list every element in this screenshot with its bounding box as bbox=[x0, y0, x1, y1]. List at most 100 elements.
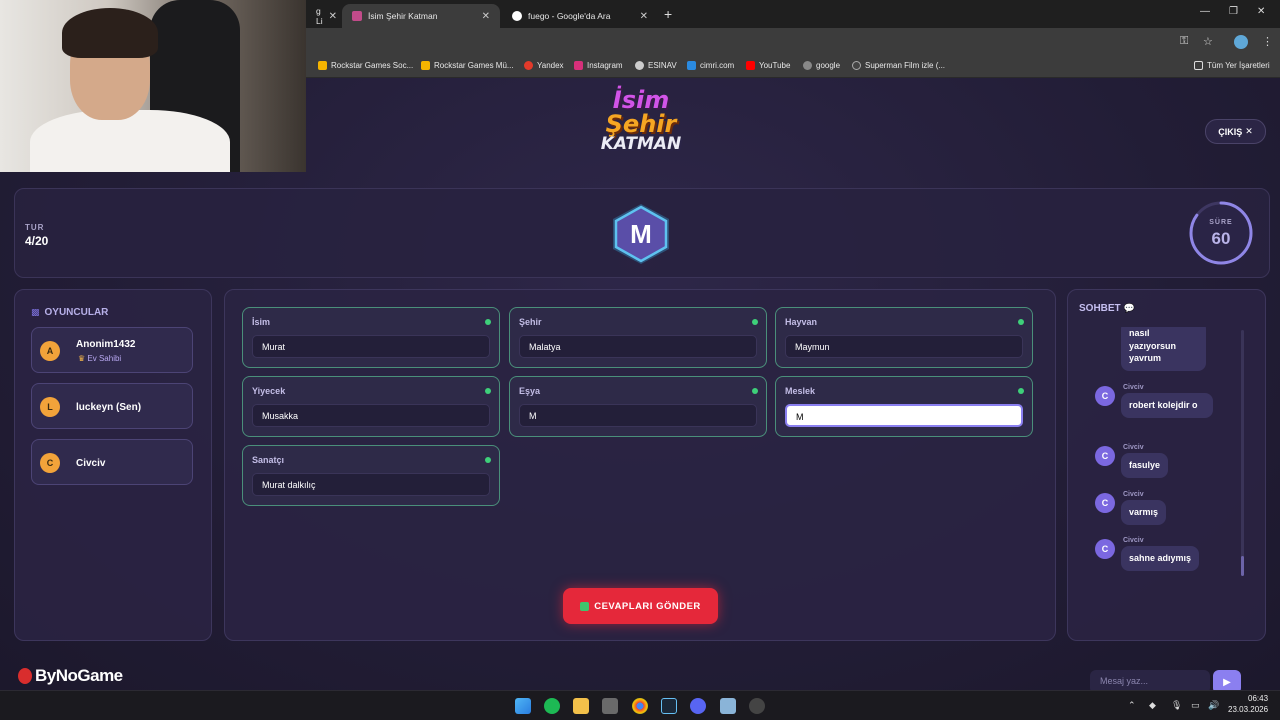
bookmark-item[interactable]: Rockstar Games Soc... bbox=[318, 61, 413, 70]
menu-icon[interactable]: ⋮ bbox=[1262, 35, 1273, 48]
yiyecek-input[interactable]: Musakka bbox=[252, 404, 490, 427]
chat-message: sahne adıymış bbox=[1121, 546, 1200, 571]
discord-icon[interactable] bbox=[690, 698, 706, 714]
store-icon[interactable] bbox=[602, 698, 618, 714]
field-label: Eşya bbox=[519, 386, 541, 396]
bookmark-item[interactable]: YouTube bbox=[746, 61, 790, 70]
send-icon: ▶ bbox=[1223, 676, 1231, 688]
tab-game[interactable]: İsim Şehir Katman ✕ bbox=[342, 4, 500, 28]
current-letter: M bbox=[630, 219, 652, 249]
google-favicon-icon bbox=[512, 11, 522, 21]
bookmark-item[interactable]: google bbox=[803, 61, 840, 70]
field-label: İsim bbox=[252, 317, 271, 327]
webcam-shirt bbox=[30, 110, 230, 172]
bookmark-item[interactable]: Yandex bbox=[524, 61, 564, 70]
chat-scrollbar-thumb[interactable] bbox=[1241, 556, 1244, 576]
profile-avatar[interactable] bbox=[1234, 35, 1248, 49]
restore-icon[interactable]: ❐ bbox=[1229, 6, 1238, 17]
avatar: C bbox=[1095, 446, 1115, 466]
steam-icon[interactable] bbox=[661, 698, 677, 714]
status-dot bbox=[752, 388, 758, 394]
instagram-icon bbox=[574, 61, 583, 70]
player-card[interactable]: A Anonim1432 ♛ Ev Sahibi bbox=[31, 327, 193, 373]
file-explorer-icon[interactable] bbox=[573, 698, 589, 714]
chat-panel: SOHBET 💬 nasıl yazıyorsun yavrum Civciv … bbox=[1067, 289, 1266, 694]
yandex-icon bbox=[524, 61, 533, 70]
current-letter-badge: M bbox=[613, 204, 669, 264]
status-dot bbox=[1018, 319, 1024, 325]
steam-tray-icon[interactable]: ◆ bbox=[1149, 700, 1156, 711]
all-bookmarks-folder[interactable]: Tüm Yer İşaretleri bbox=[1194, 61, 1270, 70]
esya-input[interactable]: M bbox=[519, 404, 757, 427]
status-dot bbox=[485, 319, 491, 325]
chat-message: robert kolejdir o bbox=[1121, 393, 1213, 418]
chat-message-list: nasıl yazıyorsun yavrum Civciv C robert … bbox=[1079, 327, 1247, 582]
taskbar: ⌃ ◆ 🎙 ▭ 🔊 06:43 23.03.2026 bbox=[0, 690, 1280, 720]
sehir-input[interactable]: Malatya bbox=[519, 335, 757, 358]
sanatci-input[interactable]: Murat dalkılıç bbox=[252, 473, 490, 496]
webcam-overlay bbox=[0, 0, 306, 172]
close-icon[interactable]: ✕ bbox=[329, 11, 337, 22]
player-card[interactable]: L luckeyn (Sen) bbox=[31, 383, 193, 429]
globe-icon bbox=[635, 61, 644, 70]
round-label: TUR bbox=[25, 223, 45, 232]
bynogame-watermark: ByNoGame bbox=[18, 666, 123, 686]
status-dot bbox=[1018, 388, 1024, 394]
avatar: C bbox=[40, 453, 60, 473]
cimri-icon bbox=[687, 61, 696, 70]
youtube-icon bbox=[746, 61, 755, 70]
system-clock[interactable]: 06:43 23.03.2026 bbox=[1228, 694, 1268, 716]
volume-icon[interactable]: 🔊 bbox=[1208, 700, 1219, 711]
game-logo: İsim Şehir KATMAN bbox=[596, 88, 686, 168]
player-card[interactable]: C Civciv bbox=[31, 439, 193, 485]
avatar: A bbox=[40, 341, 60, 361]
tab-previous[interactable]: g Li ✕ bbox=[306, 4, 338, 28]
submit-answers-button[interactable]: CEVAPLARI GÖNDER bbox=[563, 588, 718, 624]
star-icon[interactable]: ☆ bbox=[1203, 35, 1213, 48]
tab-google-search[interactable]: fuego - Google'da Ara ✕ bbox=[502, 4, 658, 28]
isim-input[interactable]: Murat bbox=[252, 335, 490, 358]
windows-start-icon[interactable] bbox=[515, 698, 531, 714]
player-name: Civciv bbox=[76, 458, 106, 469]
new-tab-icon[interactable]: + bbox=[664, 6, 672, 22]
key-icon[interactable]: ⚿ bbox=[1180, 35, 1188, 48]
bookmark-item[interactable]: Instagram bbox=[574, 61, 623, 70]
minimize-icon[interactable]: — bbox=[1200, 6, 1210, 17]
tab-label: g Li bbox=[316, 6, 323, 26]
logo-line3: KATMAN bbox=[600, 134, 682, 154]
app-icon[interactable] bbox=[720, 698, 736, 714]
spotify-icon[interactable] bbox=[544, 698, 560, 714]
message-author: Civciv bbox=[1123, 537, 1144, 544]
avatar: C bbox=[1095, 539, 1115, 559]
app-icon[interactable] bbox=[749, 698, 765, 714]
bookmark-item[interactable]: cimri.com bbox=[687, 61, 734, 70]
hayvan-input[interactable]: Maymun bbox=[785, 335, 1023, 358]
round-bar: TUR 4/20 M SÜRE 60 bbox=[14, 188, 1270, 278]
clock-time: 06:43 bbox=[1248, 694, 1269, 703]
close-icon[interactable]: ✕ bbox=[482, 11, 490, 22]
tray-chevron-icon[interactable]: ⌃ bbox=[1128, 700, 1136, 711]
avatar: C bbox=[1095, 386, 1115, 406]
chat-scrollbar[interactable] bbox=[1241, 330, 1244, 575]
round-value: 4/20 bbox=[25, 234, 49, 248]
meslek-input[interactable]: M bbox=[785, 404, 1023, 427]
checkbox-icon bbox=[580, 601, 590, 611]
chat-message: fasulye bbox=[1121, 453, 1169, 478]
rockstar-icon bbox=[421, 61, 430, 70]
bookmark-item[interactable]: Superman Film izle (... bbox=[852, 61, 945, 70]
chrome-icon[interactable] bbox=[632, 698, 648, 714]
crown-icon: ♛ bbox=[78, 354, 86, 363]
microphone-icon[interactable]: 🎙 bbox=[1171, 700, 1182, 711]
close-icon[interactable]: ✕ bbox=[640, 11, 648, 22]
players-title: ▩ OYUNCULAR bbox=[31, 307, 109, 318]
close-window-icon[interactable]: ✕ bbox=[1257, 6, 1265, 17]
timer: SÜRE 60 bbox=[1187, 199, 1255, 267]
exit-button[interactable]: ÇIKIŞ ✕ bbox=[1205, 119, 1266, 144]
players-panel: ▩ OYUNCULAR A Anonim1432 ♛ Ev Sahibi L l… bbox=[14, 289, 212, 641]
timer-label: SÜRE bbox=[1209, 219, 1233, 226]
field-sehir: Şehir Malatya bbox=[509, 307, 767, 368]
field-label: Meslek bbox=[785, 386, 816, 396]
bookmark-item[interactable]: ESINAV bbox=[635, 61, 677, 70]
bookmark-item[interactable]: Rockstar Games Mü... bbox=[421, 61, 514, 70]
display-icon[interactable]: ▭ bbox=[1191, 700, 1200, 711]
